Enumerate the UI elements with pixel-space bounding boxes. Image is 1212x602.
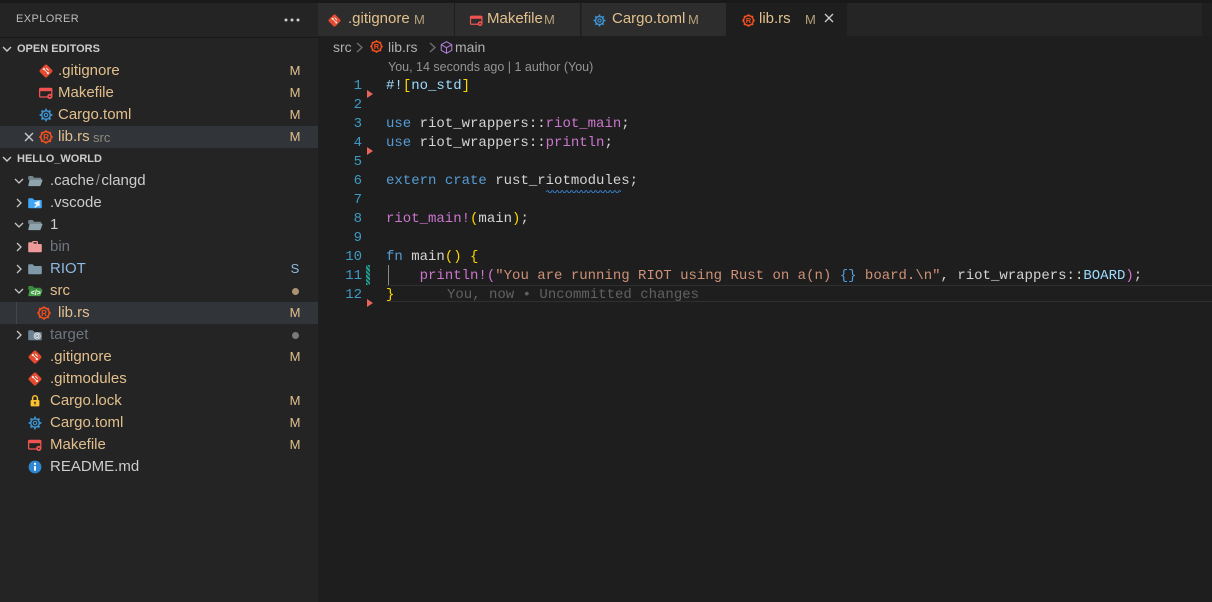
svg-text:R: R	[43, 133, 49, 142]
svg-text:</>: </>	[31, 290, 41, 297]
svg-text:R: R	[374, 42, 380, 51]
svg-text:R: R	[41, 309, 47, 318]
svg-text:R: R	[746, 16, 752, 25]
